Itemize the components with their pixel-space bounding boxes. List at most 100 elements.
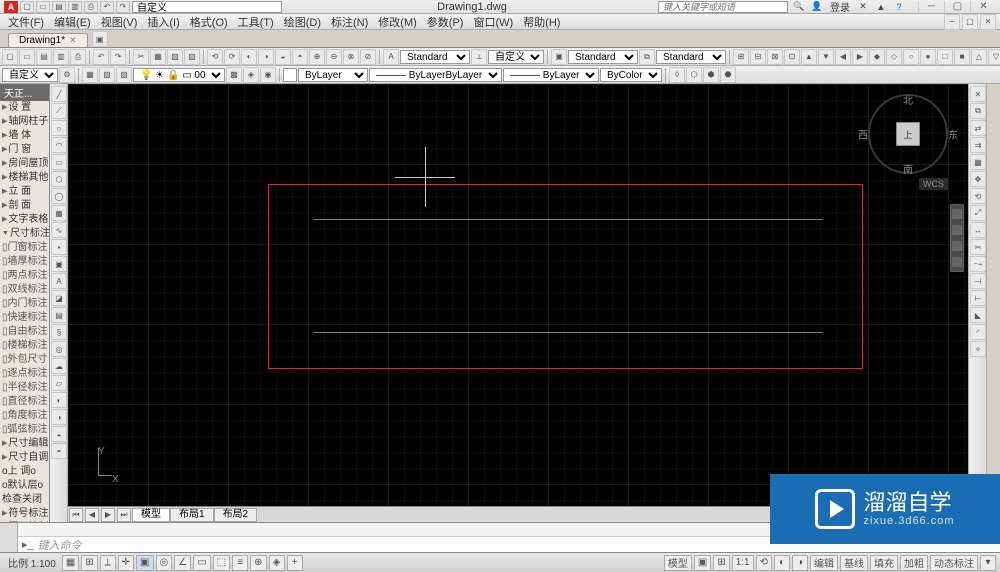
sb-icon[interactable]: + xyxy=(287,555,303,571)
tool-icon[interactable]: ▣ xyxy=(551,49,567,65)
mirror-icon[interactable]: ⇄ xyxy=(970,120,986,136)
layer-dropdown[interactable]: 💡 ☀ 🔒 ▭ 00 xyxy=(133,68,225,82)
tool-icon[interactable]: A xyxy=(383,49,399,65)
sb-icon[interactable]: ◑ xyxy=(792,555,808,571)
sb-icon[interactable]: ⟂ xyxy=(100,555,116,571)
panel-item[interactable]: o上 调o xyxy=(0,465,49,479)
tool-icon[interactable]: ⟂ xyxy=(471,49,487,65)
rotate-icon[interactable]: ⟲ xyxy=(970,188,986,204)
panel-item[interactable]: ▶尺寸编辑 xyxy=(0,437,49,451)
offset-icon[interactable]: ⇉ xyxy=(970,137,986,153)
text-icon[interactable]: A xyxy=(51,273,67,289)
fillet-icon[interactable]: ◜ xyxy=(970,324,986,340)
panel-subitem[interactable]: ▯门窗标注 xyxy=(0,241,49,255)
chamfer-icon[interactable]: ◣ xyxy=(970,307,986,323)
menu-view[interactable]: 视图(V) xyxy=(97,14,142,30)
panel-item[interactable]: ▶房间屋顶 xyxy=(0,157,49,171)
tool-icon[interactable]: ◆ xyxy=(869,49,885,65)
saveas-icon[interactable]: ▥ xyxy=(68,1,82,13)
array-icon[interactable]: ▦ xyxy=(970,154,986,170)
tool-icon[interactable]: ◒ xyxy=(275,49,291,65)
nav-wheel-icon[interactable] xyxy=(952,209,962,219)
tool-icon[interactable]: ▶ xyxy=(852,49,868,65)
sb-toggle[interactable]: 基线 xyxy=(840,555,868,571)
tool-icon[interactable]: ⊡ xyxy=(784,49,800,65)
tool-icon[interactable]: ◉ xyxy=(260,67,276,83)
panel-item[interactable]: ▶图层控制 xyxy=(0,521,49,522)
doc-close-icon[interactable]: ✕ xyxy=(980,14,996,30)
viewcube-wcs[interactable]: WCS xyxy=(919,178,948,190)
workspace-dropdown[interactable]: 自定义 xyxy=(2,68,58,82)
panel-title[interactable]: 天正... xyxy=(0,84,49,101)
new-icon[interactable]: ▢ xyxy=(20,1,34,13)
donut-icon[interactable]: ◎ xyxy=(51,341,67,357)
wipeout-icon[interactable]: ▱ xyxy=(51,375,67,391)
save-icon[interactable]: ▤ xyxy=(52,1,66,13)
polyline-icon[interactable]: ⟋ xyxy=(51,103,67,119)
line-icon[interactable]: ╱ xyxy=(51,86,67,102)
user-icon[interactable]: 👤 xyxy=(810,1,824,13)
menu-draw[interactable]: 绘图(D) xyxy=(280,14,325,30)
menu-tools[interactable]: 工具(T) xyxy=(234,14,278,30)
linetype-dropdown[interactable]: ——— ByLayerByLayer xyxy=(369,68,502,82)
sb-toggle[interactable]: 加粗 xyxy=(900,555,928,571)
viewcube-south[interactable]: 南 xyxy=(903,161,913,176)
panel-subitem[interactable]: ▯自由标注 xyxy=(0,325,49,339)
region-icon[interactable]: ◪ xyxy=(51,290,67,306)
tool-icon[interactable]: ◐ xyxy=(241,49,257,65)
panel-item[interactable]: ▶文字表格 xyxy=(0,213,49,227)
panel-subitem[interactable]: ▯半径标注 xyxy=(0,381,49,395)
polygon-icon[interactable]: ⬡ xyxy=(51,171,67,187)
sb-icon[interactable]: ▾ xyxy=(980,555,996,571)
extend-icon[interactable]: ⤍ xyxy=(970,256,986,272)
trim-icon[interactable]: ✂ xyxy=(970,239,986,255)
tool-icon[interactable]: ▤ xyxy=(36,49,52,65)
sb-icon[interactable]: ∠ xyxy=(174,555,191,571)
annoscale-label[interactable]: 1:1 xyxy=(732,555,754,571)
mleaderstyle-dropdown[interactable]: Standard xyxy=(656,50,726,64)
menu-insert[interactable]: 插入(I) xyxy=(143,14,183,30)
panel-item[interactable]: ▶轴网柱子 xyxy=(0,115,49,129)
viewcube-north[interactable]: 北 xyxy=(903,92,913,107)
menu-edit[interactable]: 编辑(E) xyxy=(50,14,95,30)
drawing-canvas[interactable]: YX 北 南 东 西 上 WCS xyxy=(68,84,968,506)
tool-icon[interactable]: ◓ xyxy=(51,443,67,459)
sb-icon[interactable]: ▦ xyxy=(62,555,79,571)
model-button[interactable]: 模型 xyxy=(664,555,692,571)
break-icon[interactable]: ⊣ xyxy=(970,273,986,289)
search-icon[interactable]: 🔍 xyxy=(792,1,806,13)
menu-file[interactable]: 文件(F) xyxy=(4,14,48,30)
minimize-button[interactable]: ─ xyxy=(918,1,944,13)
tool-icon[interactable]: ▧ xyxy=(99,67,115,83)
panel-item[interactable]: ▶尺寸自调 xyxy=(0,451,49,465)
circle-icon[interactable]: ○ xyxy=(51,120,67,136)
undo-icon[interactable]: ↶ xyxy=(100,1,114,13)
tool-icon[interactable]: ⧉ xyxy=(639,49,655,65)
panel-item[interactable]: ▶剖 面 xyxy=(0,199,49,213)
tool-icon[interactable]: ▦ xyxy=(82,67,98,83)
panel-subitem[interactable]: ▯内门标注 xyxy=(0,297,49,311)
panel-item[interactable]: ▶墙 体 xyxy=(0,129,49,143)
sb-icon[interactable]: ✛ xyxy=(118,555,134,571)
exchange-icon[interactable]: ✕ xyxy=(856,1,870,13)
panel-item[interactable]: ▶门 窗 xyxy=(0,143,49,157)
tool-icon[interactable]: ▭ xyxy=(19,49,35,65)
cloud-icon[interactable]: ▲ xyxy=(874,1,888,13)
join-icon[interactable]: ⊢ xyxy=(970,290,986,306)
tool-icon[interactable]: ◐ xyxy=(51,392,67,408)
menu-param[interactable]: 参数(P) xyxy=(423,14,468,30)
model-tab[interactable]: 模型 xyxy=(132,508,170,522)
sb-icon[interactable]: ▭ xyxy=(193,555,210,571)
tool-icon[interactable]: ◒ xyxy=(51,426,67,442)
dimstyle-dropdown[interactable]: 自定义 xyxy=(488,50,544,64)
panel-item[interactable]: ▼尺寸标注 xyxy=(0,227,49,241)
tool-icon[interactable]: ◓ xyxy=(292,49,308,65)
open-icon[interactable]: ▭ xyxy=(36,1,50,13)
tool-icon[interactable]: ⬢ xyxy=(703,67,719,83)
panel-item[interactable]: o默认层o xyxy=(0,479,49,493)
sb-icon[interactable]: ◈ xyxy=(269,555,285,571)
panel-subitem[interactable]: ▯直径标注 xyxy=(0,395,49,409)
tool-icon[interactable]: ⟲ xyxy=(207,49,223,65)
panel-subitem[interactable]: ▯双线标注 xyxy=(0,283,49,297)
tool-icon[interactable]: ▢ xyxy=(2,49,18,65)
